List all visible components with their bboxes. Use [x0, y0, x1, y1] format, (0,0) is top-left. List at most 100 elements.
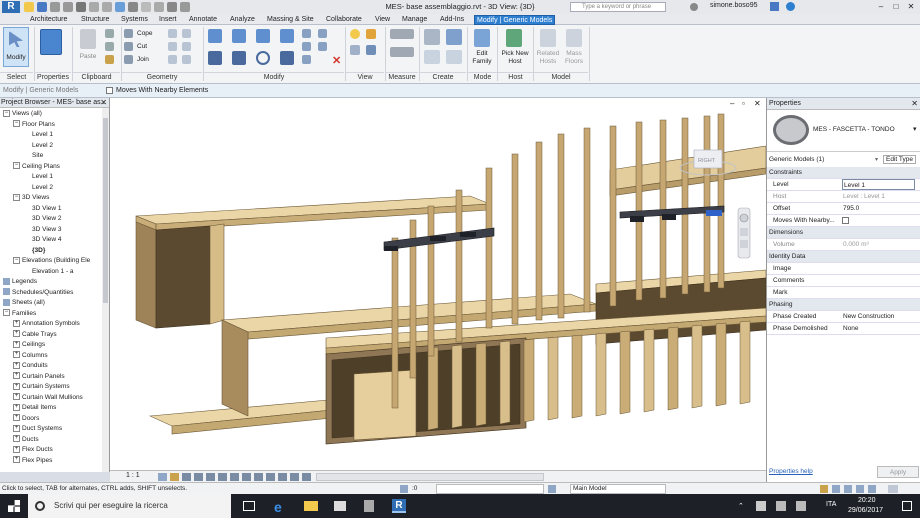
- properties-help-link[interactable]: Properties help: [769, 468, 813, 475]
- viewcube-label[interactable]: RIGHT: [698, 158, 716, 164]
- expand-icon[interactable]: +: [13, 340, 20, 348]
- collapse-icon[interactable]: −: [13, 162, 20, 170]
- browser-item[interactable]: Elevation 1 - a: [32, 267, 74, 277]
- collapse-icon[interactable]: −: [13, 193, 20, 201]
- photos-icon[interactable]: [334, 501, 346, 511]
- join-icon[interactable]: [124, 55, 133, 64]
- panel-clipboard[interactable]: Clipboard: [73, 72, 120, 82]
- file-explorer-icon[interactable]: [304, 501, 318, 511]
- browser-item[interactable]: Level 2: [32, 141, 53, 151]
- cut-clipboard-icon[interactable]: [105, 29, 114, 38]
- maximize-button[interactable]: □: [889, 1, 903, 13]
- panel-geometry[interactable]: Geometry: [122, 72, 202, 82]
- shadows-icon[interactable]: [194, 473, 203, 481]
- pole-5[interactable]: [511, 153, 519, 325]
- tab-massing-site[interactable]: Massing & Site: [265, 15, 316, 25]
- side-panel-2[interactable]: [475, 342, 487, 427]
- side-panel-13[interactable]: [739, 320, 751, 405]
- rotate-icon[interactable]: [256, 51, 270, 65]
- tab-collaborate[interactable]: Collaborate: [324, 15, 364, 25]
- side-panel-3[interactable]: [499, 340, 511, 425]
- show-crop-icon[interactable]: [230, 473, 239, 481]
- analysis-icon[interactable]: [290, 473, 299, 481]
- detail-level-icon[interactable]: [158, 473, 167, 481]
- pick-new-host-icon[interactable]: [506, 29, 522, 47]
- browser-scrollbar[interactable]: [102, 108, 109, 472]
- create-assembly-icon[interactable]: [424, 29, 440, 45]
- mass-floors-icon[interactable]: [566, 29, 582, 47]
- side-panel-12[interactable]: [715, 322, 727, 407]
- worksets-icon[interactable]: [400, 485, 408, 493]
- side-panel-9[interactable]: [643, 328, 655, 413]
- edit-family-button[interactable]: Edit Family: [468, 50, 496, 66]
- browser-item[interactable]: 3D View 4: [32, 235, 62, 245]
- panel-model[interactable]: Model: [534, 72, 588, 82]
- user-name[interactable]: simone.boso95: [710, 2, 757, 9]
- select-by-face-icon[interactable]: [856, 485, 864, 493]
- mass-floors-button[interactable]: Mass Floors: [561, 50, 587, 66]
- browser-item[interactable]: + Cable Trays: [13, 330, 57, 340]
- temp-view-icon[interactable]: [278, 473, 287, 481]
- 3d-viewport[interactable]: RIGHT – ▫ ✕: [110, 98, 766, 472]
- browser-item[interactable]: + Curtain Panels: [13, 372, 65, 382]
- pole-2[interactable]: [427, 205, 435, 357]
- design-options-icon[interactable]: [548, 485, 556, 493]
- browser-item[interactable]: {3D}: [32, 246, 45, 256]
- view-close-button[interactable]: ✕: [754, 99, 761, 108]
- browser-item[interactable]: + Flex Ducts: [13, 445, 53, 455]
- browser-item[interactable]: Schedules/Quantities: [3, 288, 73, 298]
- tab-structure[interactable]: Structure: [79, 15, 111, 25]
- expand-icon[interactable]: +: [13, 414, 20, 422]
- cope-icon[interactable]: [124, 29, 133, 38]
- expand-icon[interactable]: +: [13, 330, 20, 338]
- match-type-icon[interactable]: [105, 55, 114, 64]
- panel-modify[interactable]: Modify: [204, 72, 344, 82]
- battery-icon[interactable]: [776, 501, 786, 511]
- aligned-dimension-icon[interactable]: [390, 47, 414, 57]
- expand-icon[interactable]: +: [13, 319, 20, 327]
- view-tool-icon[interactable]: [350, 45, 360, 55]
- reveal-hidden-icon[interactable]: [266, 473, 275, 481]
- panel-measure[interactable]: Measure: [386, 72, 418, 82]
- related-hosts-button[interactable]: Related Hosts: [535, 50, 561, 66]
- collapse-icon[interactable]: −: [13, 256, 20, 264]
- tab-insert[interactable]: Insert: [157, 15, 179, 25]
- property-group[interactable]: Dimensions: [767, 227, 920, 239]
- browser-item[interactable]: 3D View 1: [32, 204, 62, 214]
- exchange-apps-icon[interactable]: [770, 2, 779, 11]
- geometry-tool-5-icon[interactable]: [168, 55, 177, 64]
- clock-date[interactable]: 29/06/2017: [848, 507, 883, 514]
- tab-annotate[interactable]: Annotate: [187, 15, 219, 25]
- design-options-dropdown[interactable]: [436, 484, 544, 494]
- browser-item[interactable]: + Flex Pipes: [13, 456, 52, 466]
- cut-button[interactable]: Cut: [137, 43, 147, 50]
- delete-icon[interactable]: ✕: [332, 54, 341, 67]
- create-group-icon[interactable]: [424, 50, 440, 64]
- close-button[interactable]: ✕: [904, 1, 918, 13]
- expand-icon[interactable]: +: [13, 382, 20, 390]
- pole-0[interactable]: [391, 237, 399, 409]
- browser-item[interactable]: Sheets (all): [3, 298, 45, 308]
- collapse-icon[interactable]: −: [13, 120, 20, 128]
- edge-icon[interactable]: e: [274, 499, 282, 515]
- related-hosts-icon[interactable]: [540, 29, 556, 47]
- panel-create[interactable]: Create: [420, 72, 466, 82]
- select-underlay-icon[interactable]: [832, 485, 840, 493]
- pole-7[interactable]: [557, 133, 565, 319]
- geometry-tool-2-icon[interactable]: [182, 29, 191, 38]
- browser-item[interactable]: − Families: [3, 309, 36, 319]
- measure-distance-icon[interactable]: [390, 29, 414, 39]
- property-value[interactable]: [842, 275, 915, 286]
- edit-type-button[interactable]: Edit Type: [883, 155, 916, 164]
- browser-item[interactable]: Legends: [3, 277, 37, 287]
- apply-button[interactable]: Apply: [877, 466, 919, 478]
- network-icon[interactable]: [756, 501, 766, 511]
- browser-item[interactable]: + Curtain Systems: [13, 382, 70, 392]
- split-icon[interactable]: [302, 29, 311, 38]
- windows-start-icon[interactable]: [8, 500, 20, 512]
- property-value[interactable]: 795.0: [842, 203, 915, 214]
- property-value[interactable]: [842, 215, 915, 226]
- geometry-tool-6-icon[interactable]: [182, 55, 191, 64]
- join-button[interactable]: Join: [137, 56, 149, 63]
- expand-icon[interactable]: +: [13, 351, 20, 359]
